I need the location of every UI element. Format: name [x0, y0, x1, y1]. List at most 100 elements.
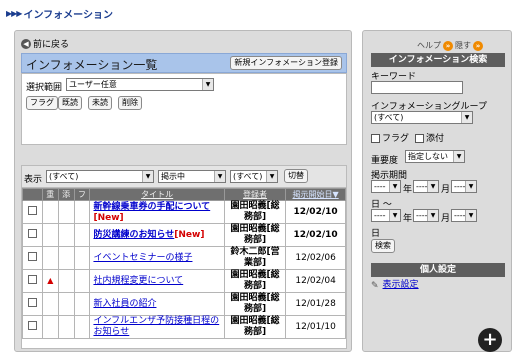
row-checkbox-cell[interactable] — [22, 315, 43, 339]
title-cell: 防災講練のお知らせ[New] — [89, 223, 225, 247]
importance-cell — [41, 292, 59, 316]
registrant-cell: 園田昭義[総務部] — [223, 269, 287, 293]
from-year-select[interactable]: ---- ▼ — [371, 180, 401, 193]
title-link[interactable]: 防災講練のお知らせ — [93, 230, 174, 240]
title-link[interactable]: 新幹線乗車券の手配について — [93, 202, 210, 212]
title-link[interactable]: 新入社員の紹介 — [93, 299, 156, 309]
importance-select[interactable]: 指定しない ▼ — [405, 150, 465, 163]
registrant-cell: 園田昭義[総務部] — [223, 292, 287, 316]
to-year-select[interactable]: ---- ▼ — [371, 209, 401, 222]
row-checkbox[interactable] — [27, 229, 37, 238]
table-row[interactable]: 新入社員の紹介 園田昭義[総務部] 12/01/28 — [22, 292, 346, 316]
col-title[interactable]: タイトル — [89, 188, 225, 201]
zoom-in-icon[interactable]: + — [478, 328, 502, 352]
help-link[interactable]: ヘルプ — [417, 40, 441, 51]
back-arrow-icon: ◀ — [21, 38, 31, 49]
flag-checkbox-box[interactable] — [371, 134, 380, 143]
row-checkbox-cell[interactable] — [22, 292, 43, 316]
importance-cell: ▲ — [41, 269, 59, 293]
attachment-checkbox[interactable]: 添付 — [415, 131, 444, 144]
chevron-down-icon: ▼ — [389, 181, 400, 192]
table-row[interactable]: ▲ 社内規程変更について 園田昭義[総務部] 12/02/04 — [22, 269, 346, 293]
registrant-cell: 園田昭義[総務部] — [223, 223, 287, 247]
row-checkbox-cell[interactable] — [22, 200, 43, 224]
information-list: 表示 (すべて) ▼ 掲示中 ▼ (すべて) ▼ 切替 重 添 フ タイトル 登… — [21, 165, 347, 349]
to-day-select[interactable]: ---- ▼ — [451, 209, 477, 222]
list-toolbar: 表示 (すべて) ▼ 掲示中 ▼ (すべて) ▼ 切替 — [22, 166, 346, 188]
delete-button[interactable]: 削除 — [118, 96, 142, 110]
display-settings-label: 表示設定 — [382, 280, 419, 290]
flag-checkbox[interactable]: フラグ — [371, 131, 409, 144]
keyword-input[interactable] — [371, 81, 463, 94]
importance-label: 重要度 — [371, 156, 399, 166]
table-row[interactable]: イベントセミナーの様子 鈴木二郎[営業部] 12/02/06 — [22, 246, 346, 270]
display-filter-value: (すべて) — [49, 172, 79, 181]
col-attachment[interactable]: 添 — [57, 188, 75, 201]
col-registrant[interactable]: 登録者 — [223, 188, 287, 201]
attachment-checkbox-box[interactable] — [415, 134, 424, 143]
mark-unread-button[interactable]: 未読 — [88, 96, 112, 110]
title-link[interactable]: 社内規程変更について — [93, 276, 183, 286]
flag-button[interactable]: フラグ — [26, 96, 58, 110]
table-row[interactable]: 新幹線乗車券の手配について[New] 園田昭義[総務部] 12/02/10 — [22, 200, 346, 224]
chevron-down-icon: ▼ — [142, 171, 153, 182]
new-badge: [New] — [174, 229, 205, 240]
scope-select-value: ユーザー任意 — [69, 80, 117, 89]
display-filter-select[interactable]: (すべて) ▼ — [46, 170, 154, 183]
row-checkbox[interactable] — [27, 298, 37, 307]
col-importance[interactable]: 重 — [41, 188, 59, 201]
row-checkbox[interactable] — [27, 321, 37, 330]
page-title: ▶▶▶ インフォメーション — [6, 6, 113, 21]
chevron-down-icon: ▼ — [465, 210, 476, 221]
row-checkbox[interactable] — [27, 275, 37, 284]
col-flag[interactable]: フ — [73, 188, 91, 201]
importance-cell — [41, 246, 59, 270]
year-label: 年 — [403, 185, 413, 195]
scope-select[interactable]: ユーザー任意 ▼ — [66, 78, 214, 91]
search-section-header: インフォメーション検索 — [371, 53, 505, 67]
title-cell: 新入社員の紹介 — [89, 292, 225, 316]
table-row[interactable]: インフルエンザ予防接種日程のお知らせ 園田昭義[総務部] 12/01/10 — [22, 315, 346, 339]
start-date-cell: 12/02/10 — [285, 200, 346, 224]
search-button[interactable]: 検索 — [371, 239, 395, 253]
chevron-down-icon: ▼ — [214, 171, 225, 182]
chevron-down-icon: ▼ — [266, 171, 277, 182]
switch-button[interactable]: 切替 — [284, 169, 308, 183]
scope-label: 選択範囲 — [26, 83, 63, 93]
from-day-select[interactable]: ---- ▼ — [451, 180, 477, 193]
pencil-icon: ✎ — [371, 280, 379, 291]
title-cell: インフルエンザ予防接種日程のお知らせ — [89, 315, 225, 339]
help-arrow-icon[interactable]: » — [443, 40, 453, 51]
new-information-button[interactable]: 新規インフォメーション登録 — [230, 56, 342, 70]
flag-cell — [73, 269, 91, 293]
row-checkbox-cell[interactable] — [22, 246, 43, 270]
third-filter-select[interactable]: (すべて) ▼ — [230, 170, 278, 183]
top-links: ヘルプ » 隠す » — [417, 40, 483, 51]
to-month-select[interactable]: ---- ▼ — [413, 209, 439, 222]
flag-cell — [73, 246, 91, 270]
filter-box: 選択範囲 ユーザー任意 ▼ フラグ 既読 未読 削除 — [21, 73, 347, 145]
title-link[interactable]: インフルエンザ予防接種日程のお知らせ — [93, 316, 219, 337]
row-checkbox-cell[interactable] — [22, 223, 43, 247]
month-label: 月 — [441, 185, 451, 195]
table-row[interactable]: 防災講練のお知らせ[New] 園田昭義[総務部] 12/02/10 — [22, 223, 346, 247]
row-checkbox[interactable] — [27, 252, 37, 261]
registrant-cell: 園田昭義[総務部] — [223, 200, 287, 224]
hide-arrow-icon[interactable]: » — [473, 40, 483, 51]
hide-link[interactable]: 隠す — [455, 40, 471, 51]
row-checkbox-cell[interactable] — [22, 269, 43, 293]
title-cell: 社内規程変更について — [89, 269, 225, 293]
col-start-date[interactable]: 掲示開始日▼ — [285, 188, 346, 201]
mark-read-button[interactable]: 既読 — [58, 96, 82, 110]
back-link[interactable]: ◀ 前に戻る — [21, 37, 69, 50]
row-checkbox[interactable] — [27, 206, 37, 215]
importance-select-value: 指定しない — [408, 152, 448, 161]
group-select[interactable]: (すべて) ▼ — [371, 111, 473, 124]
display-label: 表示 — [24, 175, 43, 185]
attachment-cell — [57, 269, 75, 293]
display-settings-link[interactable]: ✎ 表示設定 — [371, 280, 419, 291]
status-filter-select[interactable]: 掲示中 ▼ — [158, 170, 226, 183]
from-month-select[interactable]: ---- ▼ — [413, 180, 439, 193]
chevron-down-icon: ▼ — [461, 112, 472, 123]
title-link[interactable]: イベントセミナーの様子 — [93, 253, 192, 263]
